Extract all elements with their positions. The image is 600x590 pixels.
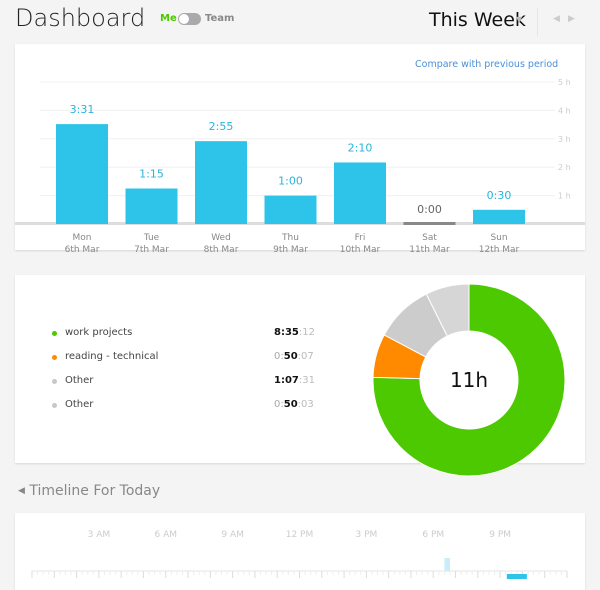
bar-value-label: 0:30 (487, 189, 512, 202)
bar-value-label: 2:55 (209, 120, 234, 133)
triangle-left-icon[interactable]: ◀ (18, 486, 25, 496)
x-date-label: 11th Mar (409, 245, 450, 255)
y-tick-label: 3 h (558, 135, 571, 144)
x-day-label: Tue (143, 233, 160, 243)
bar (334, 162, 386, 224)
bar (403, 222, 456, 225)
bar-value-label: 1:15 (139, 168, 164, 181)
y-tick-label: 2 h (558, 163, 571, 172)
x-day-label: Fri (355, 233, 366, 243)
project-duration: 0:50:03 (274, 399, 314, 410)
bar-value-label: 2:10 (348, 141, 373, 154)
hour-label: 9 AM (221, 530, 244, 540)
weekly-bar-chart: 1 h 2 h 3 h 4 h 5 h 3:31 Mon 6th Mar 1:15 Tue 7th … (15, 78, 585, 255)
project-duration: 0:50:07 (274, 351, 314, 362)
bar (125, 188, 178, 224)
project-duration: 8:35:12 (274, 327, 315, 338)
x-day-label: Thu (281, 233, 299, 243)
x-date-label: 9th Mar (273, 245, 308, 255)
donut-total: 11h (449, 368, 489, 392)
x-day-label: Mon (73, 233, 92, 243)
color-dot (52, 379, 57, 384)
bar (195, 141, 247, 224)
bar-value-label: 0:00 (417, 203, 442, 216)
color-dot (52, 403, 57, 408)
x-date-label: 12th Mar (479, 245, 520, 255)
project-name: reading - technical (65, 351, 159, 362)
project-name: Other (65, 399, 94, 410)
bar (56, 124, 108, 224)
x-date-label: 7th Mar (134, 245, 169, 255)
bar-value-label: 1:00 (278, 175, 303, 188)
timeline-chart: 3 AM 6 AM 9 AM 12 PM 3 PM 6 PM 9 PM (31, 530, 568, 579)
project-name: work projects (65, 327, 133, 338)
hour-label: 12 PM (286, 530, 314, 540)
timeline-entry (444, 558, 450, 571)
hour-label: 3 PM (355, 530, 377, 540)
y-tick-label: 4 h (558, 106, 571, 115)
bar (264, 195, 317, 224)
x-date-label: 6th Mar (65, 245, 100, 255)
project-duration: 1:07:31 (274, 375, 315, 386)
hour-label: 6 PM (422, 530, 444, 540)
x-day-label: Sun (490, 233, 507, 243)
y-tick-label: 5 h (558, 78, 571, 87)
x-day-label: Wed (211, 233, 231, 243)
y-tick-label: 1 h (558, 192, 571, 201)
project-name: Other (65, 375, 94, 386)
timeline-title[interactable]: ◀ Timeline For Today (18, 483, 160, 499)
hour-label: 9 PM (489, 530, 511, 540)
bar-value-label: 3:31 (70, 103, 95, 116)
x-day-label: Sat (422, 233, 437, 243)
hour-label: 6 AM (154, 530, 177, 540)
timeline-title-text: Timeline For Today (29, 483, 161, 499)
hour-label: 3 AM (88, 530, 111, 540)
color-dot (52, 331, 57, 336)
x-date-label: 10th Mar (340, 245, 381, 255)
color-dot (52, 355, 57, 360)
x-date-label: 8th Mar (204, 245, 239, 255)
bar (473, 209, 525, 224)
timeline-entry (506, 574, 527, 579)
